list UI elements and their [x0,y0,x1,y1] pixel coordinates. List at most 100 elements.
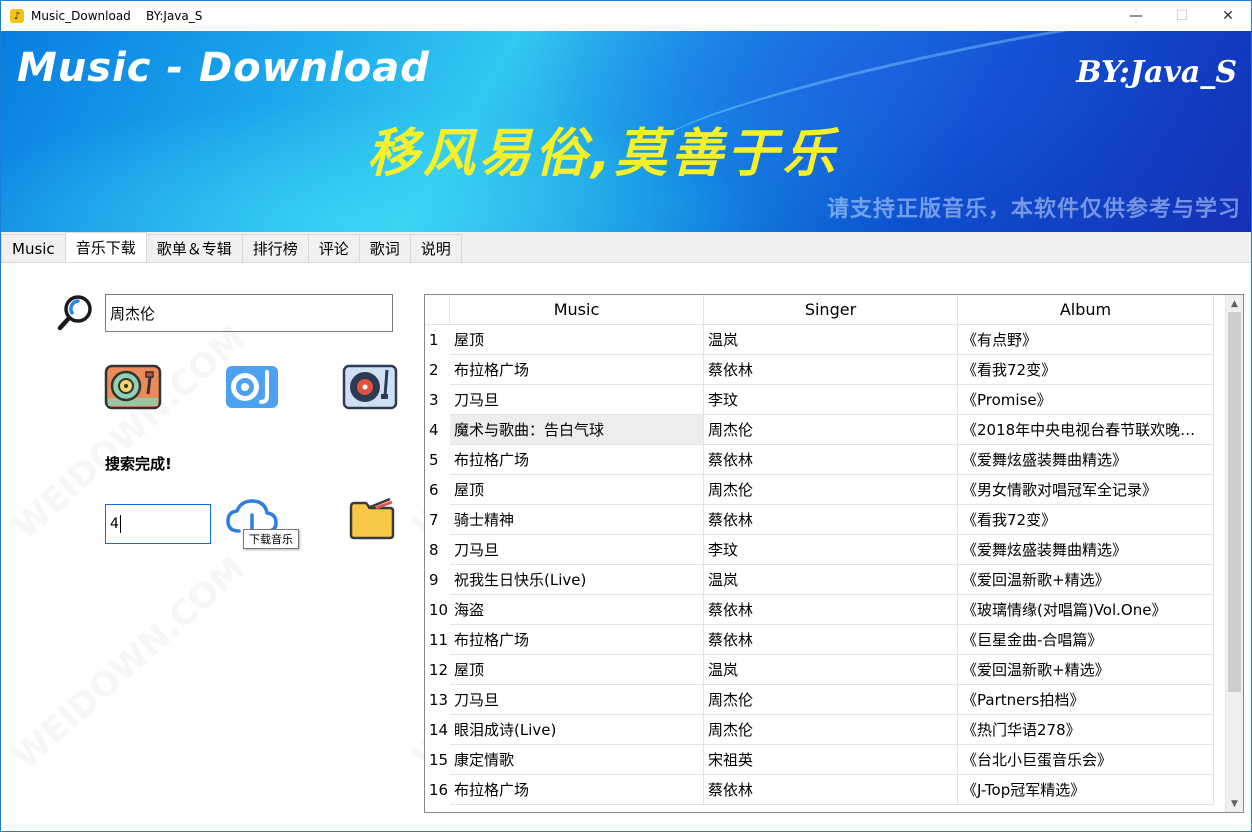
table-row[interactable]: 6 屋顶 周杰伦 《男女情歌对唱冠军全记录》 [425,475,1214,505]
vertical-scrollbar[interactable]: ▲ ▼ [1225,295,1243,812]
column-header-album[interactable]: Album [958,295,1214,325]
cell-album[interactable]: 《Partners拍档》 [958,685,1214,715]
cell-album[interactable]: 《看我72变》 [958,355,1214,385]
table-row[interactable]: 13 刀马旦 周杰伦 《Partners拍档》 [425,685,1214,715]
table-row[interactable]: 4 魔术与歌曲：告白气球 周杰伦 《2018年中央电视台春节联欢晚… [425,415,1214,445]
cell-album[interactable]: 《巨星金曲-合唱篇》 [958,625,1214,655]
tab-playlist-album[interactable]: 歌单＆专辑 [145,234,243,262]
cell-singer[interactable]: 蔡依林 [704,625,958,655]
tab-charts[interactable]: 排行榜 [241,234,309,262]
music-player-icon[interactable] [223,364,281,410]
row-number[interactable]: 16 [425,775,450,805]
table-row[interactable]: 12 屋顶 温岚 《爱回温新歌+精选》 [425,655,1214,685]
table-row[interactable]: 10 海盗 蔡依林 《玻璃情缘(对唱篇)Vol.One》 [425,595,1214,625]
tab-help[interactable]: 说明 [409,234,462,262]
cell-album[interactable]: 《热门华语278》 [958,715,1214,745]
cell-singer[interactable]: 温岚 [704,325,958,355]
cell-music[interactable]: 屋顶 [450,325,704,355]
cell-album[interactable]: 《J-Top冠军精选》 [958,775,1214,805]
scroll-down-arrow[interactable]: ▼ [1226,795,1243,812]
cell-album[interactable]: 《Promise》 [958,385,1214,415]
cell-album[interactable]: 《男女情歌对唱冠军全记录》 [958,475,1214,505]
cell-album[interactable]: 《台北小巨蛋音乐会》 [958,745,1214,775]
column-header-index[interactable] [425,295,450,325]
cell-music[interactable]: 刀马旦 [450,685,704,715]
cell-album[interactable]: 《2018年中央电视台春节联欢晚… [958,415,1214,445]
table-row[interactable]: 16 布拉格广场 蔡依林 《J-Top冠军精选》 [425,775,1214,805]
tab-music-download[interactable]: 音乐下载 [64,232,147,262]
column-header-singer[interactable]: Singer [704,295,958,325]
cell-music[interactable]: 刀马旦 [450,535,704,565]
column-header-music[interactable]: Music [450,295,704,325]
download-count-input[interactable]: 4 [105,504,211,544]
cell-music[interactable]: 海盗 [450,595,704,625]
cell-album[interactable]: 《爱舞炫盛装舞曲精选》 [958,535,1214,565]
row-number[interactable]: 4 [425,415,450,445]
row-number[interactable]: 6 [425,475,450,505]
row-number[interactable]: 3 [425,385,450,415]
cell-music[interactable]: 康定情歌 [450,745,704,775]
cell-music[interactable]: 屋顶 [450,655,704,685]
cell-album[interactable]: 《爱回温新歌+精选》 [958,565,1214,595]
cell-album[interactable]: 《爱回温新歌+精选》 [958,655,1214,685]
cell-singer[interactable]: 温岚 [704,655,958,685]
row-number[interactable]: 9 [425,565,450,595]
row-number[interactable]: 13 [425,685,450,715]
table-row[interactable]: 14 眼泪成诗(Live) 周杰伦 《热门华语278》 [425,715,1214,745]
minimize-button[interactable]: — [1113,1,1159,31]
cell-music[interactable]: 魔术与歌曲：告白气球 [450,415,704,445]
table-row[interactable]: 7 骑士精神 蔡依林 《看我72变》 [425,505,1214,535]
cell-singer[interactable]: 蔡依林 [704,445,958,475]
cell-singer[interactable]: 蔡依林 [704,355,958,385]
cell-singer[interactable]: 周杰伦 [704,685,958,715]
cell-music[interactable]: 刀马旦 [450,385,704,415]
table-row[interactable]: 2 布拉格广场 蔡依林 《看我72变》 [425,355,1214,385]
scroll-thumb[interactable] [1228,312,1241,692]
cell-music[interactable]: 布拉格广场 [450,625,704,655]
cell-music[interactable]: 祝我生日快乐(Live) [450,565,704,595]
cell-album[interactable]: 《看我72变》 [958,505,1214,535]
cell-album[interactable]: 《玻璃情缘(对唱篇)Vol.One》 [958,595,1214,625]
table-row[interactable]: 5 布拉格广场 蔡依林 《爱舞炫盛装舞曲精选》 [425,445,1214,475]
search-icon[interactable] [56,293,96,333]
table-row[interactable]: 1 屋顶 温岚 《有点野》 [425,325,1214,355]
row-number[interactable]: 7 [425,505,450,535]
folder-icon[interactable] [346,495,396,541]
row-number[interactable]: 14 [425,715,450,745]
table-row[interactable]: 11 布拉格广场 蔡依林 《巨星金曲-合唱篇》 [425,625,1214,655]
cell-singer[interactable]: 周杰伦 [704,415,958,445]
table-row[interactable]: 8 刀马旦 李玟 《爱舞炫盛装舞曲精选》 [425,535,1214,565]
cell-music[interactable]: 布拉格广场 [450,445,704,475]
row-number[interactable]: 2 [425,355,450,385]
cell-music[interactable]: 布拉格广场 [450,355,704,385]
row-number[interactable]: 8 [425,535,450,565]
table-row[interactable]: 15 康定情歌 宋祖英 《台北小巨蛋音乐会》 [425,745,1214,775]
cell-album[interactable]: 《爱舞炫盛装舞曲精选》 [958,445,1214,475]
table-row[interactable]: 3 刀马旦 李玟 《Promise》 [425,385,1214,415]
row-number[interactable]: 10 [425,595,450,625]
cell-singer[interactable]: 蔡依林 [704,775,958,805]
tab-comments[interactable]: 评论 [307,234,360,262]
cell-singer[interactable]: 蔡依林 [704,505,958,535]
search-input[interactable]: 周杰伦 [105,294,393,332]
row-number[interactable]: 5 [425,445,450,475]
close-button[interactable]: ✕ [1205,1,1251,31]
scroll-up-arrow[interactable]: ▲ [1226,295,1243,312]
cell-singer[interactable]: 李玟 [704,385,958,415]
cell-album[interactable]: 《有点野》 [958,325,1214,355]
cell-singer[interactable]: 宋祖英 [704,745,958,775]
cell-singer[interactable]: 李玟 [704,535,958,565]
cell-singer[interactable]: 温岚 [704,565,958,595]
cell-singer[interactable]: 蔡依林 [704,595,958,625]
table-row[interactable]: 9 祝我生日快乐(Live) 温岚 《爱回温新歌+精选》 [425,565,1214,595]
row-number[interactable]: 12 [425,655,450,685]
tab-lyrics[interactable]: 歌词 [358,234,411,262]
tab-music[interactable]: Music [1,234,66,262]
cell-music[interactable]: 骑士精神 [450,505,704,535]
maximize-button[interactable]: ☐ [1159,1,1205,31]
cell-music[interactable]: 布拉格广场 [450,775,704,805]
record-player-icon[interactable] [341,364,399,410]
row-number[interactable]: 1 [425,325,450,355]
cell-singer[interactable]: 周杰伦 [704,475,958,505]
row-number[interactable]: 15 [425,745,450,775]
